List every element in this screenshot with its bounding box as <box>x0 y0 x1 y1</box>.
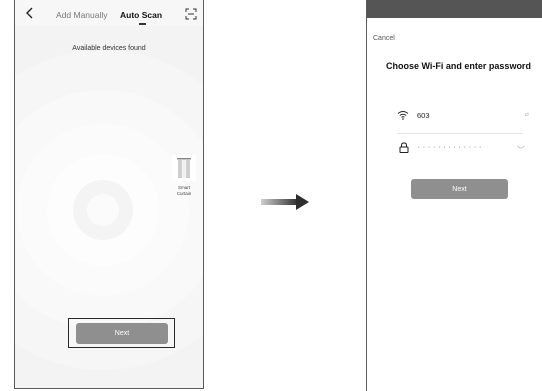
curtain-icon <box>177 158 191 178</box>
wifi-ssid: 603 <box>417 111 430 120</box>
chevron-left-icon[interactable] <box>23 6 37 20</box>
password-input[interactable] <box>417 140 512 154</box>
device-smart-curtain[interactable]: Smart Curtain <box>169 155 199 201</box>
cancel-button[interactable]: Cancel <box>373 35 395 42</box>
wifi-icon <box>397 111 409 120</box>
top-bar: Add Manually Auto Scan <box>15 0 203 26</box>
lock-icon <box>399 142 409 153</box>
dimmed-backdrop <box>367 0 542 18</box>
eye-icon[interactable] <box>517 145 525 150</box>
divider <box>397 133 523 134</box>
password-row <box>397 140 529 156</box>
sheet-title: Choose Wi-Fi and enter password <box>386 61 531 71</box>
tab-auto-scan[interactable]: Auto Scan <box>120 10 162 20</box>
tutorial-stage: Add Manually Auto Scan Available devices… <box>0 0 542 391</box>
wifi-network-row[interactable]: 603 ⇄ <box>397 107 529 129</box>
next-button[interactable]: Next <box>76 323 168 344</box>
wifi-sheet <box>367 18 542 391</box>
device-name-line2: Curtain <box>176 191 192 196</box>
auto-scan-screen: Add Manually Auto Scan Available devices… <box>14 0 204 389</box>
device-thumbnail <box>172 155 196 181</box>
next-button[interactable]: Next <box>411 179 508 199</box>
active-tab-indicator <box>139 23 146 25</box>
wifi-setup-screen: Cancel Choose Wi-Fi and enter password 6… <box>366 0 542 391</box>
switch-network-icon[interactable]: ⇄ <box>525 112 529 118</box>
tab-add-manually[interactable]: Add Manually <box>56 10 108 20</box>
available-devices-label: Available devices found <box>72 45 146 52</box>
flow-arrow-icon <box>261 194 309 210</box>
scan-icon[interactable] <box>185 8 197 20</box>
device-name: Smart Curtain <box>169 185 199 197</box>
